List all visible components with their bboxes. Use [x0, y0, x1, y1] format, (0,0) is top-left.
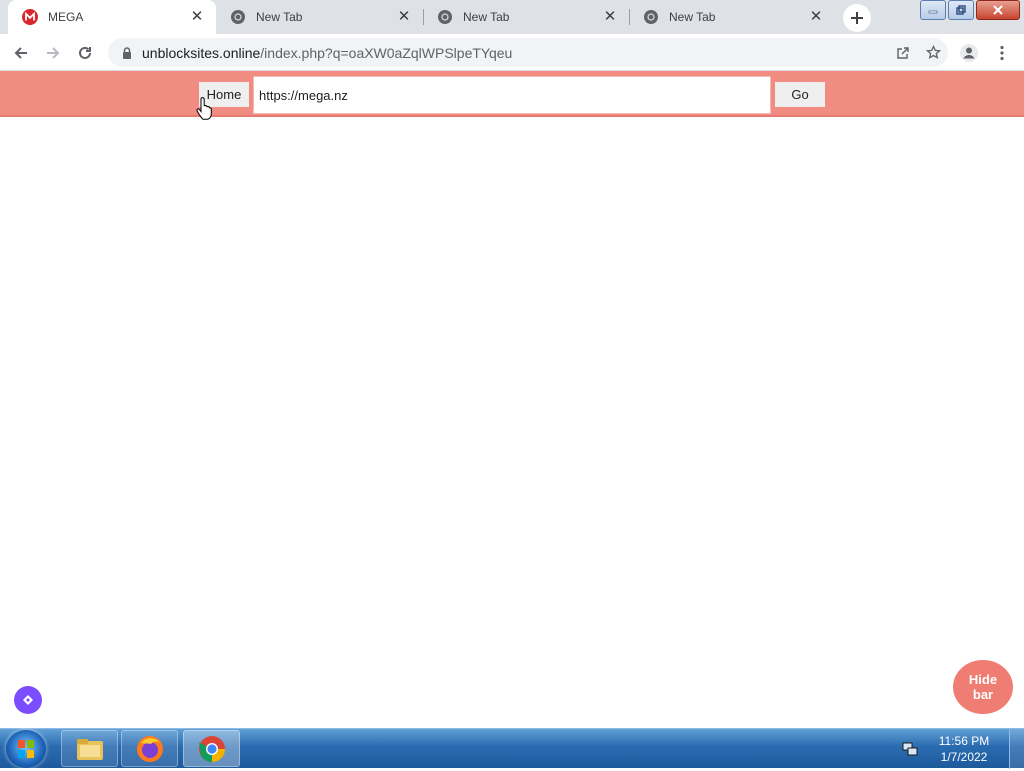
proxy-url-input[interactable]: [253, 76, 771, 114]
browser-toolbar: unblocksites.online/index.php?q=oaXW0aZq…: [0, 34, 1024, 71]
clock[interactable]: 11:56 PM 1/7/2022: [929, 733, 999, 765]
extension-floating-button[interactable]: [14, 686, 42, 714]
chrome-icon: [231, 10, 245, 24]
menu-button[interactable]: [989, 40, 1015, 66]
tab-title: New Tab: [669, 10, 716, 24]
profile-icon: [960, 44, 978, 62]
network-icon[interactable]: [901, 740, 919, 758]
close-icon[interactable]: ✕: [397, 9, 411, 24]
url-text: unblocksites.online/index.php?q=oaXW0aZq…: [142, 45, 512, 61]
close-icon[interactable]: ✕: [190, 9, 204, 24]
tab-new-tab[interactable]: New Tab ✕: [629, 0, 835, 34]
reload-icon: [79, 46, 91, 59]
taskbar-file-explorer[interactable]: [61, 730, 118, 767]
forward-button[interactable]: [40, 40, 66, 66]
back-arrow-icon: [14, 47, 27, 59]
restore-button[interactable]: [948, 0, 974, 20]
more-vert-icon: [1000, 45, 1004, 61]
windows-taskbar: 11:56 PM 1/7/2022: [0, 728, 1024, 769]
chrome-icon: [644, 10, 658, 24]
plus-icon: [851, 12, 863, 24]
lock-icon: [123, 46, 131, 59]
back-button[interactable]: [8, 40, 34, 66]
new-tab-button[interactable]: [843, 4, 871, 32]
hide-bar-line2: bar: [972, 687, 994, 702]
diamond-icon: [23, 695, 33, 705]
clock-time: 11:56 PM: [938, 734, 990, 748]
tab-title: New Tab: [463, 10, 510, 24]
tab-strip: MEGA ✕ New Tab ✕ New Tab ✕ New Tab ✕: [0, 0, 1024, 34]
minimize-icon: [928, 10, 938, 14]
window-controls: [920, 0, 1020, 20]
url-host: unblocksites.online: [142, 44, 261, 61]
start-button[interactable]: [6, 730, 46, 768]
hide-bar-label: Hide bar: [969, 672, 997, 702]
tab-title: MEGA: [48, 10, 84, 24]
hide-bar-line1: Hide: [968, 672, 998, 687]
close-icon: [993, 5, 1003, 15]
go-button[interactable]: Go: [775, 82, 825, 107]
forward-arrow-icon: [47, 47, 60, 59]
address-bar[interactable]: unblocksites.online/index.php?q=oaXW0aZq…: [108, 38, 948, 67]
hide-bar-button[interactable]: Hide bar: [953, 660, 1013, 714]
tab-mega[interactable]: MEGA ✕: [8, 0, 216, 34]
bookmark-button[interactable]: [918, 38, 948, 67]
mega-icon: [22, 9, 38, 25]
chrome-icon: [198, 735, 225, 762]
close-icon[interactable]: ✕: [603, 9, 617, 24]
windows-logo-icon: [18, 740, 34, 758]
taskbar-firefox[interactable]: [121, 730, 178, 767]
show-desktop-button[interactable]: [1009, 729, 1024, 769]
share-button[interactable]: [888, 38, 918, 67]
tab-new-tab[interactable]: New Tab ✕: [216, 0, 423, 34]
file-explorer-icon: [76, 738, 103, 760]
chrome-icon: [438, 10, 452, 24]
hand-cursor-icon: [196, 97, 212, 120]
firefox-icon: [136, 735, 163, 762]
tab-new-tab[interactable]: New Tab ✕: [423, 0, 629, 34]
tab-title: New Tab: [256, 10, 303, 24]
share-icon: [897, 46, 909, 59]
omnibox-actions: [888, 38, 948, 67]
star-icon: [925, 45, 941, 60]
window-close-button[interactable]: [976, 0, 1020, 20]
reload-button[interactable]: [72, 40, 98, 66]
restore-icon: [956, 5, 966, 15]
profile-button[interactable]: [956, 40, 982, 66]
minimize-button[interactable]: [920, 0, 946, 20]
clock-date: 1/7/2022: [940, 750, 988, 764]
url-path: /index.php?q=oaXW0aZqlWPSlpeTYqeu: [260, 44, 513, 61]
proxy-bar: Home Go: [0, 71, 1024, 117]
taskbar-chrome[interactable]: [183, 730, 240, 767]
system-tray: 11:56 PM 1/7/2022: [901, 729, 1024, 769]
close-icon[interactable]: ✕: [809, 9, 823, 24]
